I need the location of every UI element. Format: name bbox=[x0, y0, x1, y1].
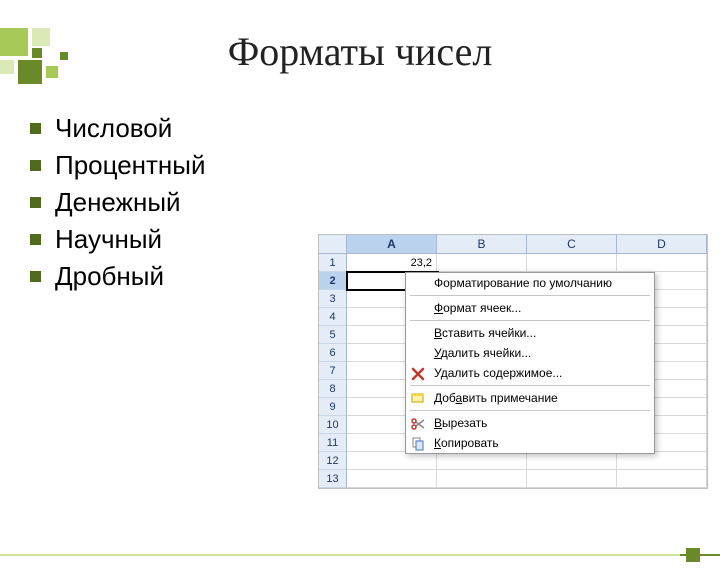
slide-decoration bbox=[0, 28, 140, 108]
row-header[interactable]: 2 bbox=[319, 272, 347, 290]
cell[interactable] bbox=[617, 452, 707, 470]
row-header[interactable]: 3 bbox=[319, 290, 347, 308]
menu-add-comment[interactable]: Добавить примечание bbox=[406, 388, 654, 408]
menu-label: Копировать bbox=[434, 436, 499, 450]
column-header-row: A B C D bbox=[319, 235, 707, 254]
cell[interactable]: 23,2 bbox=[347, 254, 437, 272]
list-item: Процентный bbox=[30, 150, 206, 181]
menu-label: Удалить содержимое... bbox=[434, 366, 562, 380]
cell[interactable] bbox=[437, 470, 527, 488]
deco-square bbox=[0, 28, 28, 56]
table-row: 12 bbox=[319, 452, 707, 470]
menu-cell-format[interactable]: Формат ячеек... bbox=[406, 298, 654, 318]
menu-separator bbox=[410, 320, 650, 321]
bullet-text: Числовой bbox=[55, 113, 172, 144]
cell[interactable] bbox=[347, 452, 437, 470]
deco-square bbox=[32, 28, 50, 46]
row-header[interactable]: 5 bbox=[319, 326, 347, 344]
list-item: Денежный bbox=[30, 187, 206, 218]
row-header[interactable]: 12 bbox=[319, 452, 347, 470]
menu-separator bbox=[410, 295, 650, 296]
menu-label: Форматирование по умолчанию bbox=[434, 276, 612, 290]
bullet-icon bbox=[30, 234, 41, 245]
menu-label: Вставить ячейки... bbox=[434, 326, 536, 340]
footer-square bbox=[686, 548, 700, 562]
cell[interactable] bbox=[527, 470, 617, 488]
bullet-text: Денежный bbox=[55, 187, 181, 218]
list-item: Числовой bbox=[30, 113, 206, 144]
row-header[interactable]: 13 bbox=[319, 470, 347, 488]
row-header[interactable]: 6 bbox=[319, 344, 347, 362]
column-header[interactable]: B bbox=[437, 235, 527, 253]
menu-copy[interactable]: Копировать bbox=[406, 433, 654, 453]
footer-line bbox=[0, 554, 720, 556]
bullet-icon bbox=[30, 123, 41, 134]
row-header[interactable]: 7 bbox=[319, 362, 347, 380]
cell[interactable] bbox=[527, 452, 617, 470]
row-header[interactable]: 11 bbox=[319, 434, 347, 452]
column-header[interactable]: D bbox=[617, 235, 707, 253]
deco-square bbox=[32, 48, 42, 58]
cell[interactable] bbox=[617, 254, 707, 272]
comment-icon bbox=[410, 391, 426, 407]
context-menu: Форматирование по умолчанию Формат ячеек… bbox=[405, 272, 655, 454]
menu-label: Вырезать bbox=[434, 416, 487, 430]
bullet-text: Дробный bbox=[55, 261, 164, 292]
bullet-icon bbox=[30, 197, 41, 208]
menu-separator bbox=[410, 385, 650, 386]
list-item: Научный bbox=[30, 224, 206, 255]
delete-icon bbox=[410, 366, 426, 382]
bullet-text: Научный bbox=[55, 224, 162, 255]
cell[interactable] bbox=[617, 470, 707, 488]
menu-delete-content[interactable]: Удалить содержимое... bbox=[406, 363, 654, 383]
menu-insert-cells[interactable]: Вставить ячейки... bbox=[406, 323, 654, 343]
row-header[interactable]: 4 bbox=[319, 308, 347, 326]
row-header[interactable]: 9 bbox=[319, 398, 347, 416]
row-header[interactable]: 10 bbox=[319, 416, 347, 434]
deco-square bbox=[0, 60, 14, 74]
bullet-icon bbox=[30, 271, 41, 282]
bullet-icon bbox=[30, 160, 41, 171]
menu-label: Формат ячеек... bbox=[434, 301, 521, 315]
cell[interactable] bbox=[347, 470, 437, 488]
cell[interactable] bbox=[437, 254, 527, 272]
menu-label: Удалить ячейки... bbox=[434, 346, 531, 360]
bullet-text: Процентный bbox=[55, 150, 206, 181]
deco-square bbox=[46, 66, 58, 78]
table-row: 1 23,2 bbox=[319, 254, 707, 272]
bullet-list: Числовой Процентный Денежный Научный Дро… bbox=[30, 113, 206, 298]
deco-square bbox=[60, 52, 68, 60]
cell[interactable] bbox=[437, 452, 527, 470]
corner-cell[interactable] bbox=[319, 235, 347, 253]
cell[interactable] bbox=[527, 254, 617, 272]
list-item: Дробный bbox=[30, 261, 206, 292]
row-header[interactable]: 8 bbox=[319, 380, 347, 398]
menu-default-formatting[interactable]: Форматирование по умолчанию bbox=[406, 273, 654, 293]
column-header[interactable]: A bbox=[347, 235, 437, 253]
menu-cut[interactable]: Вырезать bbox=[406, 413, 654, 433]
table-row: 13 bbox=[319, 470, 707, 488]
copy-icon bbox=[410, 436, 426, 452]
menu-delete-cells[interactable]: Удалить ячейки... bbox=[406, 343, 654, 363]
column-header[interactable]: C bbox=[527, 235, 617, 253]
menu-separator bbox=[410, 410, 650, 411]
deco-square bbox=[18, 60, 42, 84]
scissors-icon bbox=[410, 416, 426, 432]
menu-label: Добавить примечание bbox=[434, 391, 558, 405]
row-header[interactable]: 1 bbox=[319, 254, 347, 272]
